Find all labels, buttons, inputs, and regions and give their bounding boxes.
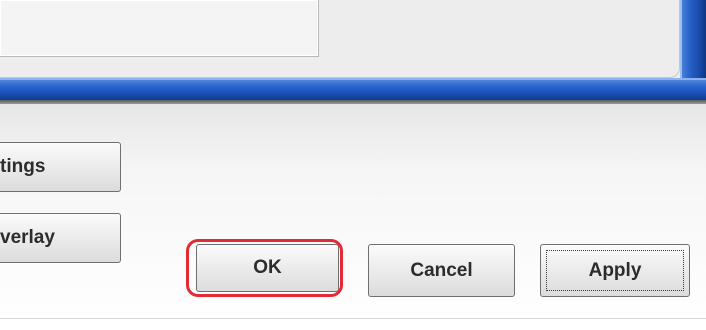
window-frame-bottom xyxy=(0,78,706,100)
overlay-button[interactable]: verlay xyxy=(0,213,121,263)
bottom-edge xyxy=(0,318,706,330)
content-panel xyxy=(0,0,706,100)
settings-button[interactable]: tings xyxy=(0,142,121,192)
content-field xyxy=(0,0,319,57)
apply-button-label: Apply xyxy=(588,259,642,281)
dialog-window: tings verlay OK Cancel Apply xyxy=(0,0,706,330)
ok-button[interactable]: OK xyxy=(196,244,339,292)
cancel-button[interactable]: Cancel xyxy=(368,244,515,297)
apply-button[interactable]: Apply xyxy=(540,244,690,297)
